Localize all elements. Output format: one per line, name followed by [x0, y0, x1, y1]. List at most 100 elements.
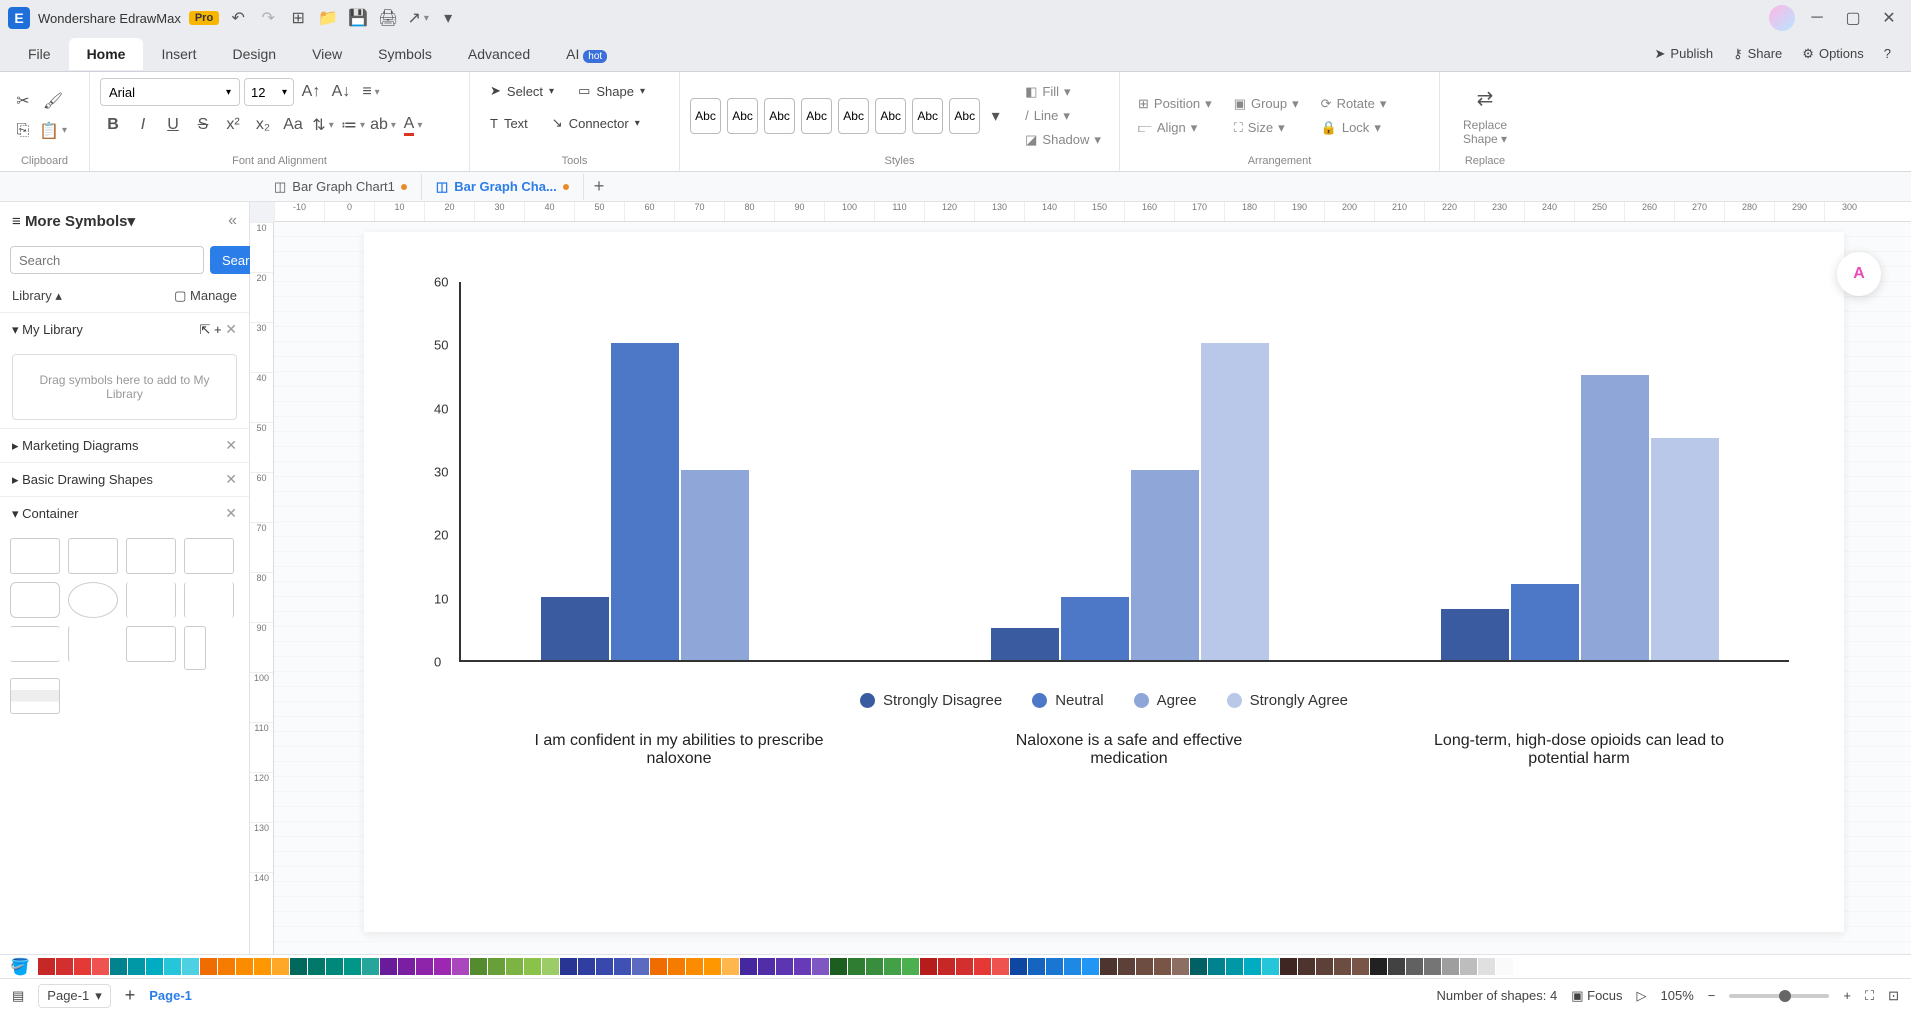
- bar-group[interactable]: [541, 343, 819, 660]
- group-button[interactable]: ▣Group▾: [1226, 93, 1307, 115]
- page-label[interactable]: Page-1: [149, 988, 192, 1003]
- shape-thumb[interactable]: [126, 582, 176, 618]
- fill-bucket-icon[interactable]: 🪣: [10, 957, 30, 977]
- color-swatch[interactable]: [974, 958, 991, 975]
- close-section-icon[interactable]: ✕: [225, 505, 237, 522]
- paste-icon[interactable]: 📋: [40, 118, 66, 144]
- shape-thumb[interactable]: [184, 626, 206, 670]
- color-swatch[interactable]: [542, 958, 559, 975]
- help-button[interactable]: ?: [1874, 42, 1901, 65]
- color-swatch[interactable]: [452, 958, 469, 975]
- shape-thumb[interactable]: [68, 582, 118, 618]
- color-swatch[interactable]: [740, 958, 757, 975]
- color-swatch[interactable]: [1262, 958, 1279, 975]
- focus-button[interactable]: ▣ Focus: [1571, 988, 1622, 1004]
- color-swatch[interactable]: [1460, 958, 1477, 975]
- lock-button[interactable]: 🔒Lock▾: [1313, 117, 1395, 139]
- color-swatch[interactable]: [1442, 958, 1459, 975]
- sidebar-collapse-icon[interactable]: «: [228, 212, 237, 230]
- style-4[interactable]: Abc: [801, 98, 832, 134]
- shadow-button[interactable]: ◪Shadow▾: [1017, 129, 1109, 151]
- bar-chart[interactable]: Strongly DisagreeNeutralAgreeStrongly Ag…: [404, 262, 1804, 882]
- bar[interactable]: [1441, 609, 1509, 660]
- save-icon[interactable]: 💾: [347, 7, 369, 29]
- color-swatch[interactable]: [1154, 958, 1171, 975]
- style-7[interactable]: Abc: [912, 98, 943, 134]
- color-swatch[interactable]: [920, 958, 937, 975]
- menu-ai[interactable]: AI hot: [548, 38, 625, 70]
- color-swatch[interactable]: [704, 958, 721, 975]
- color-swatch[interactable]: [416, 958, 433, 975]
- menu-symbols[interactable]: Symbols: [360, 38, 450, 70]
- color-swatch[interactable]: [1226, 958, 1243, 975]
- color-swatch[interactable]: [722, 958, 739, 975]
- color-swatch[interactable]: [1496, 958, 1513, 975]
- library-link[interactable]: Library ▴: [12, 288, 62, 304]
- shape-thumb[interactable]: [184, 582, 234, 618]
- mylib-header[interactable]: ▾ My Library ⇱ + ✕: [0, 312, 249, 346]
- color-swatch[interactable]: [614, 958, 631, 975]
- cut-icon[interactable]: ✂: [10, 88, 36, 114]
- color-swatch[interactable]: [56, 958, 73, 975]
- superscript-icon[interactable]: x²: [220, 112, 246, 138]
- fontcolor-icon[interactable]: A: [400, 112, 426, 138]
- color-swatch[interactable]: [938, 958, 955, 975]
- style-6[interactable]: Abc: [875, 98, 906, 134]
- color-swatch[interactable]: [92, 958, 109, 975]
- select-tool[interactable]: ➤Select▾: [480, 78, 564, 104]
- color-swatch[interactable]: [1406, 958, 1423, 975]
- shape-thumb[interactable]: [126, 626, 176, 662]
- bar-group[interactable]: [991, 343, 1269, 660]
- undo-icon[interactable]: ↶: [227, 7, 249, 29]
- menu-home[interactable]: Home: [69, 38, 144, 70]
- color-swatch[interactable]: [236, 958, 253, 975]
- canvas-area[interactable]: -100102030405060708090100110120130140150…: [250, 202, 1911, 954]
- play-button[interactable]: ▷: [1637, 988, 1647, 1004]
- section-marketing[interactable]: ▸ Marketing Diagrams✕: [0, 428, 249, 462]
- search-input[interactable]: [10, 246, 204, 274]
- shape-thumb[interactable]: [68, 538, 118, 574]
- spacing-icon[interactable]: ⇅: [310, 112, 336, 138]
- shape-thumb[interactable]: [68, 626, 118, 662]
- new-icon[interactable]: ⊞: [287, 7, 309, 29]
- color-swatch[interactable]: [272, 958, 289, 975]
- subscript-icon[interactable]: x₂: [250, 112, 276, 138]
- import-icon[interactable]: ⇱: [200, 322, 211, 337]
- export-icon[interactable]: ↗: [407, 7, 429, 29]
- color-swatch[interactable]: [524, 958, 541, 975]
- color-swatch[interactable]: [902, 958, 919, 975]
- menu-design[interactable]: Design: [214, 38, 294, 70]
- color-swatch[interactable]: [1028, 958, 1045, 975]
- bar[interactable]: [991, 628, 1059, 660]
- align-button[interactable]: ⫍Align▾: [1130, 117, 1220, 139]
- color-swatch[interactable]: [38, 958, 55, 975]
- color-swatch[interactable]: [74, 958, 91, 975]
- bold-icon[interactable]: B: [100, 112, 126, 138]
- bar[interactable]: [1061, 597, 1129, 660]
- open-icon[interactable]: 📁: [317, 7, 339, 29]
- bar[interactable]: [1581, 375, 1649, 660]
- style-1[interactable]: Abc: [690, 98, 721, 134]
- color-swatch[interactable]: [830, 958, 847, 975]
- shape-thumb[interactable]: [10, 678, 60, 714]
- italic-icon[interactable]: I: [130, 112, 156, 138]
- color-swatch[interactable]: [1046, 958, 1063, 975]
- color-swatch[interactable]: [848, 958, 865, 975]
- publish-button[interactable]: ➤Publish: [1645, 42, 1724, 66]
- color-swatch[interactable]: [308, 958, 325, 975]
- highlight-icon[interactable]: ab: [370, 112, 396, 138]
- line-button[interactable]: /Line▾: [1017, 105, 1109, 127]
- shape-thumb[interactable]: [184, 538, 234, 574]
- color-swatch[interactable]: [344, 958, 361, 975]
- manage-link[interactable]: ▢ Manage: [174, 288, 237, 304]
- color-swatch[interactable]: [1280, 958, 1297, 975]
- color-swatch[interactable]: [1370, 958, 1387, 975]
- color-swatch[interactable]: [380, 958, 397, 975]
- position-button[interactable]: ⊞Position▾: [1130, 93, 1220, 115]
- style-8[interactable]: Abc: [949, 98, 980, 134]
- bar[interactable]: [611, 343, 679, 660]
- color-swatch[interactable]: [578, 958, 595, 975]
- maximize-icon[interactable]: ▢: [1839, 4, 1867, 32]
- shrink-font-icon[interactable]: A↓: [328, 79, 354, 105]
- color-swatch[interactable]: [992, 958, 1009, 975]
